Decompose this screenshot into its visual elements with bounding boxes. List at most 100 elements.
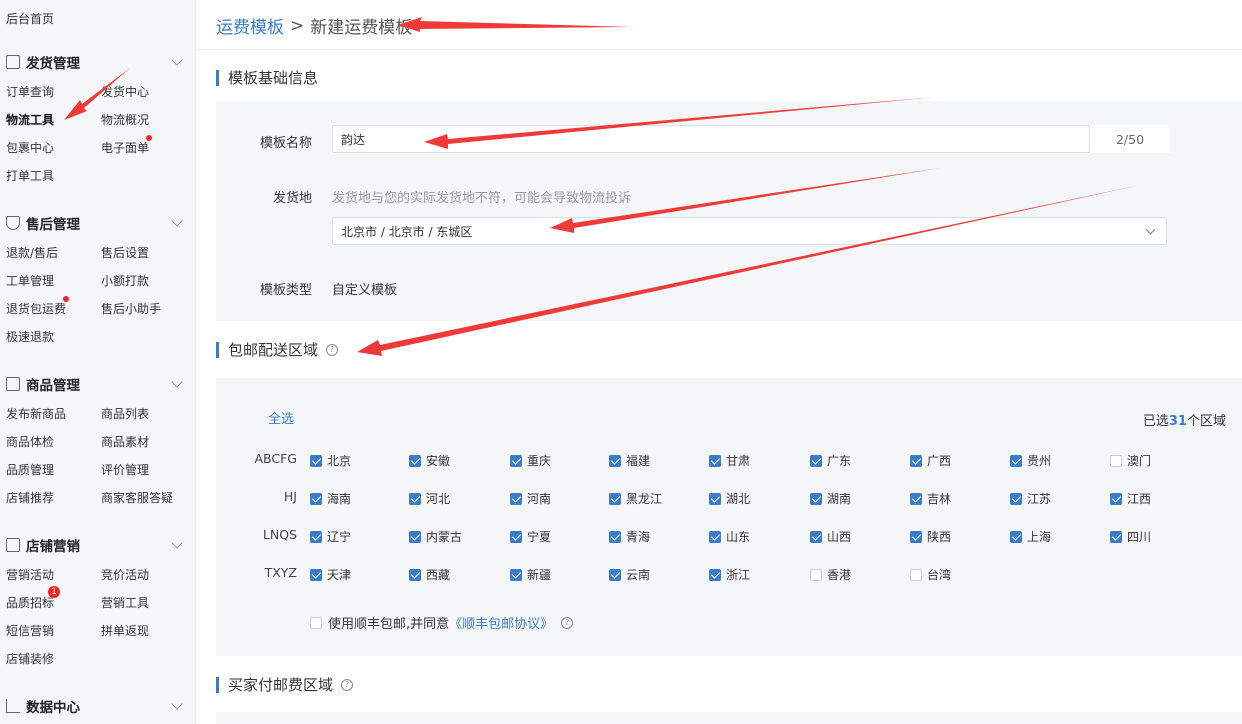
region-name: 辽宁 — [327, 530, 352, 544]
region-checkbox[interactable]: 云南 — [609, 566, 650, 583]
chevron-down-icon[interactable] — [171, 698, 183, 710]
region-name: 新疆 — [527, 568, 552, 582]
region-checkbox[interactable]: 广东 — [810, 452, 851, 469]
sidebar-item-reviews[interactable]: 评价管理 — [101, 461, 149, 478]
sidebar-item-fast-refund[interactable]: 极速退款 — [6, 328, 54, 345]
region-checkbox[interactable]: 山东 — [709, 528, 750, 545]
region-checkbox[interactable]: 四川 — [1110, 528, 1151, 545]
region-row-label: TXYZ — [264, 565, 297, 580]
region-checkbox[interactable]: 广西 — [910, 452, 951, 469]
select-all-link[interactable]: 全选 — [268, 408, 294, 427]
sidebar-group-data[interactable]: 数据中心 — [6, 696, 80, 716]
sidebar-item-store-recommend[interactable]: 店铺推荐 — [6, 489, 54, 506]
checkbox-checked-icon — [810, 454, 822, 467]
sidebar-item-small-payment[interactable]: 小额打款 — [101, 272, 149, 289]
region-checkbox[interactable]: 上海 — [1010, 528, 1051, 545]
sidebar-item-bidding[interactable]: 竞价活动 — [101, 566, 149, 583]
region-checkbox[interactable]: 吉林 — [910, 490, 951, 507]
region-checkbox[interactable]: 香港 — [810, 566, 851, 583]
sidebar-item-shipping-center[interactable]: 发货中心 — [101, 83, 149, 100]
sidebar-group-products[interactable]: 商品管理 — [6, 374, 80, 394]
sidebar-group-shipping[interactable]: 发货管理 — [6, 52, 80, 72]
help-icon[interactable]: ? — [326, 344, 339, 356]
sidebar-item-quality[interactable]: 品质管理 — [6, 461, 54, 478]
region-checkbox[interactable]: 黑龙江 — [609, 490, 662, 507]
region-checkbox[interactable]: 河北 — [409, 490, 450, 507]
region-checkbox[interactable]: 安徽 — [409, 452, 450, 469]
header-divider — [196, 49, 1242, 50]
region-checkbox[interactable]: 新疆 — [510, 566, 551, 583]
region-checkbox[interactable]: 江西 — [1110, 490, 1151, 507]
sidebar-item-product-assets[interactable]: 商品素材 — [101, 433, 149, 450]
sidebar-item-logistics-tools[interactable]: 物流工具 — [6, 111, 54, 128]
region-checkbox[interactable]: 河南 — [510, 490, 551, 507]
bag-icon — [6, 377, 20, 391]
sidebar-item-product-list[interactable]: 商品列表 — [101, 405, 149, 422]
sidebar-item-marketing-tools[interactable]: 营销工具 — [101, 594, 149, 611]
sidebar-item-new-product[interactable]: 发布新商品 — [6, 405, 66, 422]
region-name: 福建 — [626, 454, 651, 468]
region-checkbox[interactable]: 江苏 — [1010, 490, 1051, 507]
origin-select[interactable]: 北京市 / 北京市 / 东城区 — [332, 217, 1167, 245]
region-checkbox[interactable]: 陕西 — [910, 528, 951, 545]
sidebar-item-return-shipping[interactable]: 退货包运费 — [6, 300, 66, 317]
region-checkbox[interactable]: 湖北 — [709, 490, 750, 507]
sidebar-group-marketing[interactable]: 店铺营销 — [6, 535, 80, 555]
sf-checkbox[interactable] — [310, 616, 322, 629]
chevron-down-icon[interactable] — [171, 54, 183, 66]
template-name-input[interactable]: 韵达 — [332, 125, 1090, 153]
region-checkbox[interactable]: 天津 — [310, 566, 351, 583]
region-checkbox[interactable]: 辽宁 — [310, 528, 351, 545]
region-checkbox[interactable]: 贵州 — [1010, 452, 1051, 469]
region-checkbox[interactable]: 重庆 — [510, 452, 551, 469]
sidebar-item-logistics-overview[interactable]: 物流概况 — [101, 111, 149, 128]
region-checkbox[interactable]: 青海 — [609, 528, 650, 545]
region-row-label: HJ — [283, 489, 297, 504]
sf-agreement-link[interactable]: 《顺丰包邮协议》 — [449, 613, 553, 632]
sidebar-home-link[interactable]: 后台首页 — [6, 10, 54, 27]
sidebar-item-refund[interactable]: 退款/售后 — [6, 244, 58, 261]
sidebar-item-product-check[interactable]: 商品体检 — [6, 433, 54, 450]
breadcrumb-parent-link[interactable]: 运费模板 — [216, 13, 284, 38]
region-checkbox[interactable]: 台湾 — [910, 566, 951, 583]
region-checkbox[interactable]: 福建 — [609, 452, 650, 469]
template-type-label: 模板类型 — [259, 283, 312, 298]
sidebar-item-aftersale-settings[interactable]: 售后设置 — [101, 244, 149, 261]
sidebar-item-print-tool[interactable]: 打单工具 — [6, 167, 54, 184]
sidebar-item-ticket-management[interactable]: 工单管理 — [6, 272, 54, 289]
sidebar-item-quality-bid[interactable]: 品质招标 — [6, 594, 54, 611]
region-name: 广东 — [827, 454, 852, 468]
region-checkbox[interactable]: 西藏 — [409, 566, 450, 583]
sidebar-item-sms[interactable]: 短信营销 — [6, 622, 54, 639]
sidebar-item-aftersale-assistant[interactable]: 售后小助手 — [101, 300, 161, 317]
chevron-down-icon[interactable] — [171, 537, 183, 549]
region-checkbox[interactable]: 内蒙古 — [409, 528, 462, 545]
region-checkbox[interactable]: 浙江 — [709, 566, 750, 583]
region-checkbox[interactable]: 海南 — [310, 490, 351, 507]
sidebar-item-order-query[interactable]: 订单查询 — [6, 83, 54, 100]
region-name: 云南 — [626, 568, 651, 582]
region-checkbox[interactable]: 澳门 — [1110, 452, 1151, 469]
sidebar-item-group-cashback[interactable]: 拼单返现 — [101, 622, 149, 639]
sidebar-item-e-waybill[interactable]: 电子面单 — [101, 139, 149, 156]
region-name: 甘肃 — [726, 454, 751, 468]
chevron-down-icon[interactable] — [171, 215, 183, 227]
region-checkbox[interactable]: 山西 — [810, 528, 851, 545]
sidebar-item-store-decor[interactable]: 店铺装修 — [6, 650, 54, 667]
sidebar-item-service-qa[interactable]: 商家客服答疑 — [101, 489, 173, 506]
sidebar-item-campaigns[interactable]: 营销活动 — [6, 566, 54, 583]
sidebar-item-package-center[interactable]: 包裹中心 — [6, 139, 54, 156]
help-icon[interactable]: ? — [561, 616, 574, 629]
shield-icon — [6, 216, 20, 230]
region-checkbox[interactable]: 甘肃 — [709, 452, 750, 469]
help-icon[interactable]: ? — [341, 679, 354, 691]
region-checkbox[interactable]: 湖南 — [810, 490, 851, 507]
notification-badge: 1 — [48, 586, 60, 598]
sidebar-group-aftersale[interactable]: 售后管理 — [6, 213, 80, 233]
region-checkbox[interactable]: 宁夏 — [510, 528, 551, 545]
checkbox-checked-icon — [510, 492, 522, 505]
origin-hint: 发货地与您的实际发货地不符，可能会导致物流投诉 — [332, 191, 632, 206]
chevron-down-icon[interactable] — [171, 376, 183, 388]
region-checkbox[interactable]: 北京 — [310, 452, 351, 469]
region-name: 湖北 — [726, 492, 751, 506]
